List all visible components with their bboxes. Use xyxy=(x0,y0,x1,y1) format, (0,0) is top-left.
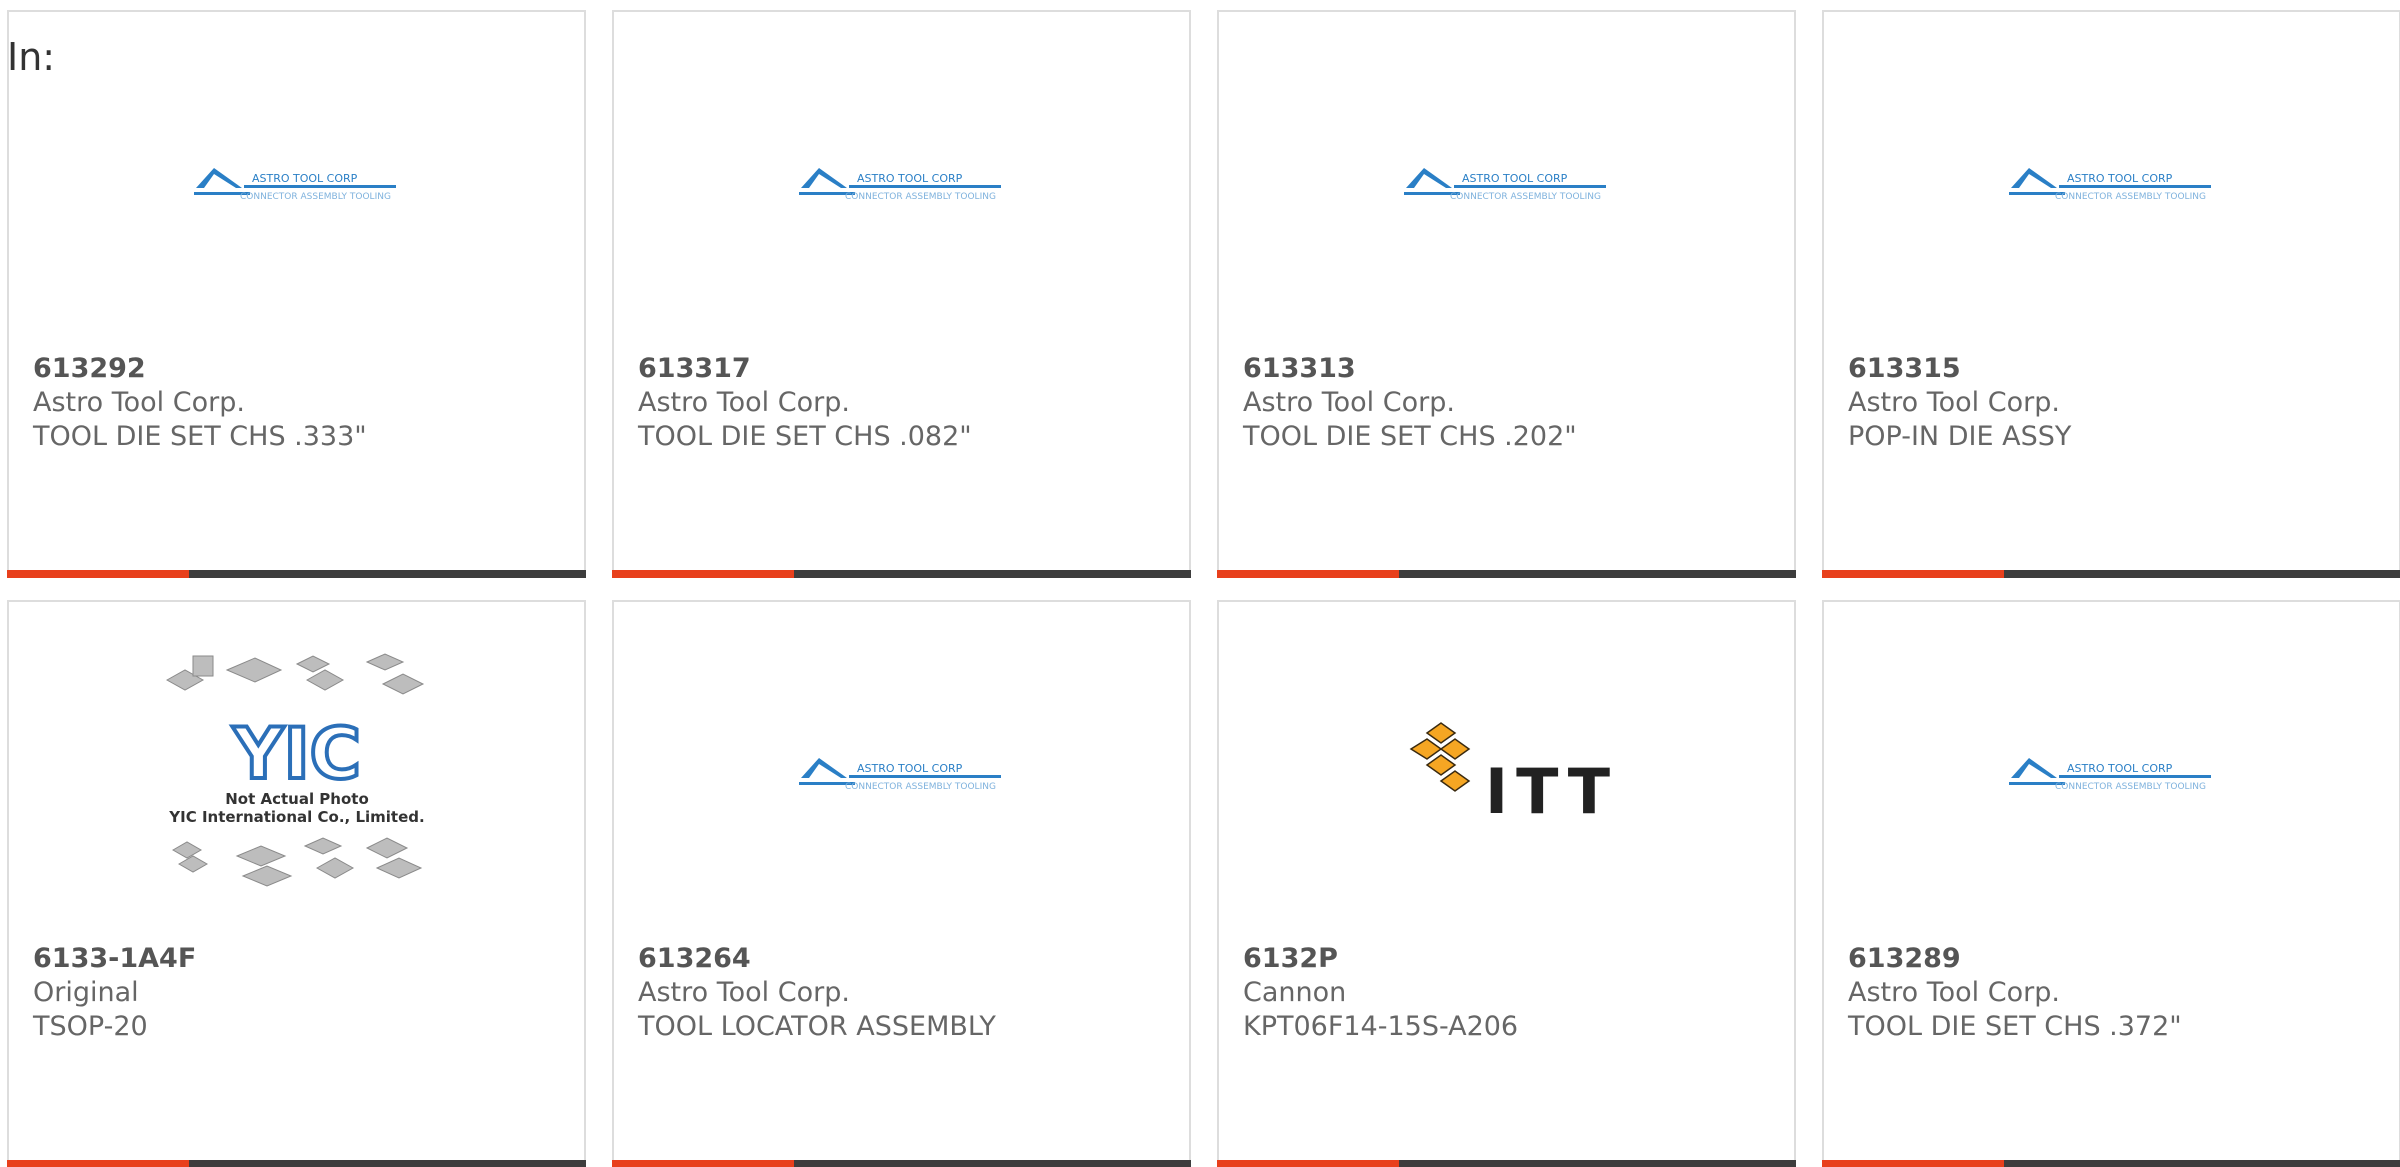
itt-logo: ITT xyxy=(1409,722,1617,828)
product-image[interactable]: ITT xyxy=(1219,650,1794,900)
astro-tool-logo: ASTRO TOOL CORP CONNECTOR ASSEMBLY TOOLI… xyxy=(2008,758,2211,792)
card-footer-bar xyxy=(7,1160,586,1167)
svg-text:ASTRO TOOL CORP: ASTRO TOOL CORP xyxy=(1462,172,1568,185)
product-card[interactable]: ASTRO TOOL CORP CONNECTOR ASSEMBLY TOOLI… xyxy=(1822,10,2400,578)
product-image[interactable]: ASTRO TOOL CORP CONNECTOR ASSEMBLY TOOLI… xyxy=(1824,60,2399,310)
description: TOOL DIE SET CHS .333" xyxy=(33,421,367,452)
svg-text:ASTRO TOOL CORP: ASTRO TOOL CORP xyxy=(2067,762,2173,775)
svg-text:ASTRO TOOL CORP: ASTRO TOOL CORP xyxy=(857,762,963,775)
description: POP-IN DIE ASSY xyxy=(1848,421,2072,452)
product-card[interactable]: ASTRO TOOL CORP CONNECTOR ASSEMBLY TOOLI… xyxy=(7,10,586,578)
description: TOOL DIE SET CHS .082" xyxy=(638,421,972,452)
card-footer-bar xyxy=(1822,570,2400,578)
card-footer-bar xyxy=(1217,1160,1796,1167)
svg-text:CONNECTOR ASSEMBLY TOOLING: CONNECTOR ASSEMBLY TOOLING xyxy=(1450,192,1601,202)
manufacturer: Astro Tool Corp. xyxy=(638,387,850,418)
dark-bar-segment xyxy=(189,1160,586,1167)
yic-not-actual-photo: YIC Not Actual Photo YIC International C… xyxy=(165,653,424,887)
accent-bar-segment xyxy=(7,1160,189,1167)
manufacturer: Astro Tool Corp. xyxy=(638,977,850,1008)
svg-text:YIC International Co., Limited: YIC International Co., Limited. xyxy=(168,808,424,826)
description: KPT06F14-15S-A206 xyxy=(1243,1011,1519,1042)
card-footer-bar xyxy=(1217,570,1796,578)
product-meta: 6133-1A4F Original TSOP-20 xyxy=(33,942,560,1044)
card-footer-bar xyxy=(612,1160,1191,1167)
product-image[interactable]: ASTRO TOOL CORP CONNECTOR ASSEMBLY TOOLI… xyxy=(614,60,1189,310)
astro-tool-logo: ASTRO TOOL CORP CONNECTOR ASSEMBLY TOOLI… xyxy=(798,758,1001,792)
product-meta: 613289 Astro Tool Corp. TOOL DIE SET CHS .… xyxy=(1848,942,2375,1044)
card-footer-bar xyxy=(612,570,1191,578)
description: TOOL DIE SET CHS .372" xyxy=(1848,1011,2182,1042)
product-card[interactable]: ASTRO TOOL CORP CONNECTOR ASSEMBLY TOOLI… xyxy=(612,10,1191,578)
product-image[interactable]: ASTRO TOOL CORP CONNECTOR ASSEMBLY TOOLI… xyxy=(614,650,1189,900)
card-footer-bar xyxy=(1822,1160,2400,1167)
part-number[interactable]: 613264 xyxy=(638,942,1165,976)
part-number[interactable]: 613315 xyxy=(1848,352,2375,386)
accent-bar-segment xyxy=(1822,1160,2004,1167)
product-meta: 613315 Astro Tool Corp. POP-IN DIE ASSY xyxy=(1848,352,2375,454)
part-number[interactable]: 613292 xyxy=(33,352,560,386)
product-image[interactable]: ASTRO TOOL CORP CONNECTOR ASSEMBLY TOOLI… xyxy=(9,60,584,310)
in-label: In: xyxy=(7,35,56,79)
svg-text:YIC: YIC xyxy=(231,713,360,795)
part-number[interactable]: 613313 xyxy=(1243,352,1770,386)
product-card[interactable]: ITT 6132P Cannon KPT06F14-15S-A206 xyxy=(1217,600,1796,1167)
product-card[interactable]: ASTRO TOOL CORP CONNECTOR ASSEMBLY TOOLI… xyxy=(1217,10,1796,578)
svg-text:Not Actual Photo: Not Actual Photo xyxy=(225,790,369,808)
description: TSOP-20 xyxy=(33,1011,148,1042)
svg-text:ITT: ITT xyxy=(1485,755,1617,828)
svg-text:ASTRO TOOL CORP: ASTRO TOOL CORP xyxy=(2067,172,2173,185)
svg-text:ASTRO TOOL CORP: ASTRO TOOL CORP xyxy=(857,172,963,185)
manufacturer: Cannon xyxy=(1243,977,1347,1008)
astro-tool-logo: ASTRO TOOL CORP CONNECTOR ASSEMBLY TOOLI… xyxy=(193,168,396,202)
part-number[interactable]: 6132P xyxy=(1243,942,1770,976)
product-image[interactable]: YIC Not Actual Photo YIC International C… xyxy=(9,650,584,900)
accent-bar-segment xyxy=(612,1160,794,1167)
dark-bar-segment xyxy=(1399,1160,1796,1167)
product-card[interactable]: ASTRO TOOL CORP CONNECTOR ASSEMBLY TOOLI… xyxy=(1822,600,2400,1167)
accent-bar-segment xyxy=(612,570,794,578)
accent-bar-segment xyxy=(7,570,189,578)
product-grid: ASTRO TOOL CORP CONNECTOR ASSEMBLY TOOLI… xyxy=(7,10,2400,1167)
astro-tool-logo: ASTRO TOOL CORP CONNECTOR ASSEMBLY TOOLI… xyxy=(798,168,1001,202)
svg-text:CONNECTOR ASSEMBLY TOOLING: CONNECTOR ASSEMBLY TOOLING xyxy=(845,192,996,202)
dark-bar-segment xyxy=(794,570,1191,578)
product-meta: 613292 Astro Tool Corp. TOOL DIE SET CHS .… xyxy=(33,352,560,454)
manufacturer: Astro Tool Corp. xyxy=(1848,977,2060,1008)
svg-text:CONNECTOR ASSEMBLY TOOLING: CONNECTOR ASSEMBLY TOOLING xyxy=(2055,192,2206,202)
manufacturer: Astro Tool Corp. xyxy=(33,387,245,418)
part-number[interactable]: 6133-1A4F xyxy=(33,942,560,976)
svg-text:CONNECTOR ASSEMBLY TOOLING: CONNECTOR ASSEMBLY TOOLING xyxy=(240,192,391,202)
dark-bar-segment xyxy=(1399,570,1796,578)
astro-tool-logo: ASTRO TOOL CORP CONNECTOR ASSEMBLY TOOLI… xyxy=(1403,168,1606,202)
accent-bar-segment xyxy=(1217,570,1399,578)
description: TOOL DIE SET CHS .202" xyxy=(1243,421,1577,452)
product-meta: 6132P Cannon KPT06F14-15S-A206 xyxy=(1243,942,1770,1044)
product-meta: 613313 Astro Tool Corp. TOOL DIE SET CHS .… xyxy=(1243,352,1770,454)
svg-text:ASTRO TOOL CORP: ASTRO TOOL CORP xyxy=(252,172,358,185)
product-image[interactable]: ASTRO TOOL CORP CONNECTOR ASSEMBLY TOOLI… xyxy=(1219,60,1794,310)
product-card[interactable]: ASTRO TOOL CORP CONNECTOR ASSEMBLY TOOLI… xyxy=(612,600,1191,1167)
dark-bar-segment xyxy=(2004,1160,2400,1167)
manufacturer: Astro Tool Corp. xyxy=(1848,387,2060,418)
part-number[interactable]: 613289 xyxy=(1848,942,2375,976)
accent-bar-segment xyxy=(1822,570,2004,578)
accent-bar-segment xyxy=(1217,1160,1399,1167)
product-card[interactable]: YIC Not Actual Photo YIC International C… xyxy=(7,600,586,1167)
part-number[interactable]: 613317 xyxy=(638,352,1165,386)
astro-tool-logo: ASTRO TOOL CORP CONNECTOR ASSEMBLY TOOLI… xyxy=(2008,168,2211,202)
product-image[interactable]: ASTRO TOOL CORP CONNECTOR ASSEMBLY TOOLI… xyxy=(1824,650,2399,900)
svg-text:CONNECTOR ASSEMBLY TOOLING: CONNECTOR ASSEMBLY TOOLING xyxy=(845,782,996,792)
manufacturer: Astro Tool Corp. xyxy=(1243,387,1455,418)
product-meta: 613317 Astro Tool Corp. TOOL DIE SET CHS .… xyxy=(638,352,1165,454)
manufacturer: Original xyxy=(33,977,139,1008)
svg-text:CONNECTOR ASSEMBLY TOOLING: CONNECTOR ASSEMBLY TOOLING xyxy=(2055,782,2206,792)
dark-bar-segment xyxy=(2004,570,2400,578)
page: In: ASTRO TOOL CORP CONNECTOR ASSEMBLY T… xyxy=(0,0,2400,1167)
card-footer-bar xyxy=(7,570,586,578)
description: TOOL LOCATOR ASSEMBLY xyxy=(638,1011,996,1042)
product-meta: 613264 Astro Tool Corp. TOOL LOCATOR ASSEM… xyxy=(638,942,1165,1044)
dark-bar-segment xyxy=(189,570,586,578)
dark-bar-segment xyxy=(794,1160,1191,1167)
